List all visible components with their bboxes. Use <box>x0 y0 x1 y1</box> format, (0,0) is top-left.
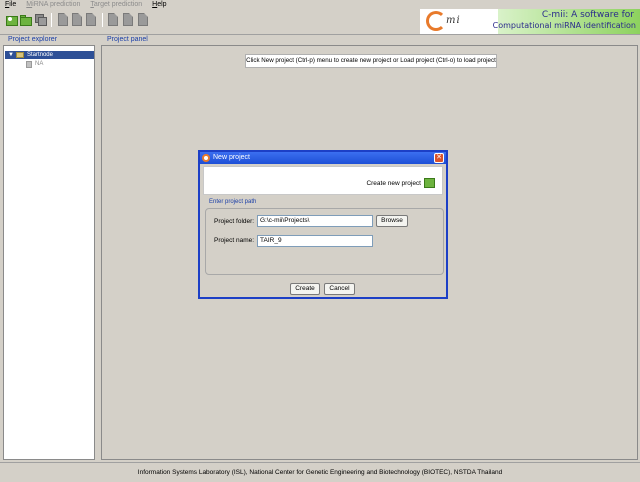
new-project-button[interactable] <box>6 13 18 27</box>
new-project-dialog: New project ✕ Create new project Enter p… <box>198 150 448 299</box>
toolbar-doc-button-5[interactable] <box>122 13 134 27</box>
doc-icon <box>123 13 133 26</box>
tree-node-label: NA <box>35 61 44 67</box>
menu-mirna-prediction[interactable]: MiRNA prediction <box>21 0 85 9</box>
menu-file[interactable]: File <box>0 0 21 9</box>
panel-title: Project panel <box>107 36 148 43</box>
toolbar-separator <box>51 13 52 27</box>
menu-bar: File MiRNA prediction Target prediction … <box>0 0 640 9</box>
toolbar-doc-button-6[interactable] <box>137 13 149 27</box>
toolbar-doc-button-2[interactable] <box>71 13 83 27</box>
open-project-icon <box>20 15 32 26</box>
doc-icon <box>86 13 96 26</box>
project-path-group: Project folder: G:\c-mii\Projects\ Brows… <box>205 208 444 275</box>
brand-tagline: C-mii: A software for Computational miRN… <box>493 9 640 34</box>
doc-icon <box>138 13 148 26</box>
brand-tagline-line1: C-mii: A software for <box>541 10 634 20</box>
project-name-input[interactable]: TAIR_9 <box>257 235 373 247</box>
tree-node-label: Startnode <box>26 52 53 58</box>
dialog-title: New project <box>213 154 250 161</box>
menu-help[interactable]: Help <box>147 0 171 9</box>
project-name-label: Project name: <box>214 237 255 244</box>
project-explorer[interactable]: ▼ Startnode NA <box>3 45 95 460</box>
toolbar-doc-button-1[interactable] <box>57 13 69 27</box>
create-button[interactable]: Create <box>290 283 320 295</box>
new-project-icon <box>424 178 435 188</box>
menu-help-label: elp <box>157 1 167 8</box>
browse-button[interactable]: Browse <box>376 215 408 227</box>
menu-target-label: arget prediction <box>93 1 143 8</box>
toolbar-doc-button-4[interactable] <box>107 13 119 27</box>
group-title: Enter project path <box>209 199 257 205</box>
toolbar-separator <box>102 13 103 27</box>
save-project-button[interactable] <box>35 13 47 27</box>
file-icon <box>26 60 32 68</box>
doc-icon <box>72 13 82 26</box>
open-project-button[interactable] <box>20 13 32 27</box>
menu-target-prediction[interactable]: Target prediction <box>85 0 147 9</box>
brand-logo-text: mi <box>446 15 461 26</box>
c-mii-logo-icon <box>426 11 446 31</box>
save-icon <box>35 14 47 26</box>
tree-node-na[interactable]: NA <box>26 60 43 68</box>
close-icon[interactable]: ✕ <box>434 153 444 163</box>
project-folder-input[interactable]: G:\c-mii\Projects\ <box>257 215 373 227</box>
project-folder-label: Project folder: <box>214 218 255 225</box>
status-bar: Information Systems Laboratory (ISL), Na… <box>0 462 640 482</box>
explorer-title: Project explorer <box>8 36 58 43</box>
cancel-button[interactable]: Cancel <box>324 283 355 295</box>
new-project-icon <box>6 16 18 26</box>
brand-banner: mi C-mii: A software for Computational m… <box>420 9 640 34</box>
dialog-titlebar[interactable]: New project ✕ <box>200 152 446 164</box>
dialog-header-text: Create new project <box>366 180 421 187</box>
doc-icon <box>108 13 118 26</box>
brand-tagline-line2: Computational miRNA identification <box>492 21 636 30</box>
dialog-header: Create new project <box>203 166 443 195</box>
app-icon <box>202 154 210 162</box>
menu-mirna-label: iRNA prediction <box>32 1 81 8</box>
doc-icon <box>58 13 68 26</box>
hint-message: Click New project (Ctrl-p) menu to creat… <box>245 54 497 68</box>
tree-node-startnode[interactable]: ▼ Startnode <box>5 51 94 59</box>
folder-icon <box>15 52 24 58</box>
tree-expand-icon[interactable]: ▼ <box>8 51 14 59</box>
toolbar-doc-button-3[interactable] <box>85 13 97 27</box>
menu-file-label: ile <box>9 1 17 8</box>
